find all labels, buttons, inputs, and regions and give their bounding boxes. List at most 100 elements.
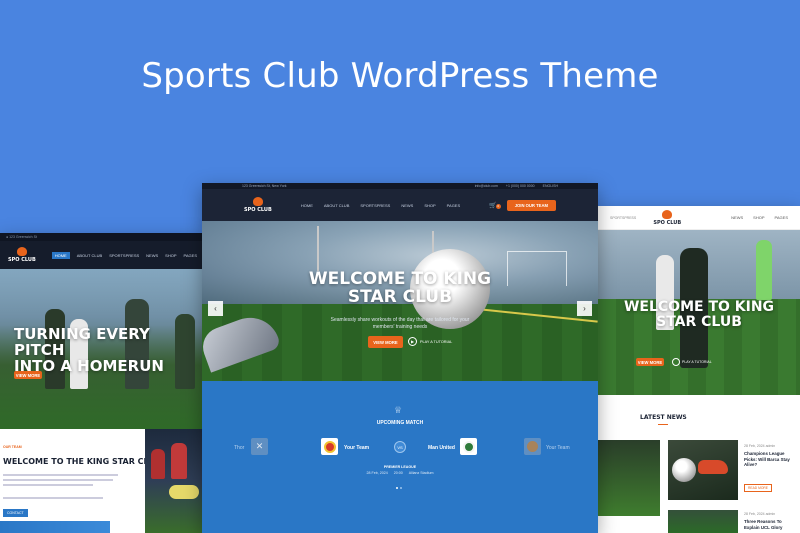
play-tutorial-link[interactable]: ▶ PLAY A TUTORIAL bbox=[408, 337, 452, 346]
news-meta: 28 Feb, 2024 admin bbox=[744, 512, 776, 516]
club-shield-icon bbox=[662, 209, 673, 219]
slider-prev-arrow[interactable]: ‹ bbox=[208, 301, 223, 316]
right-logo[interactable]: SPO CLUB bbox=[653, 209, 681, 226]
right-nav-news[interactable]: NEWS bbox=[731, 215, 743, 220]
left-topbar: ● 123 Greenwich St bbox=[0, 233, 205, 241]
news-title[interactable]: Three Reasons To Explain UCL Glory bbox=[744, 519, 798, 530]
left-text-line bbox=[3, 474, 118, 476]
center-hero-title: WELCOME TO KING STAR CLUB bbox=[308, 269, 492, 307]
right-view-more-button[interactable]: VIEW MORE bbox=[636, 358, 664, 366]
left-nav-home[interactable]: HOME bbox=[51, 251, 70, 259]
left-nav-about[interactable]: ABOUT CLUB bbox=[77, 253, 103, 258]
right-hero-title: WELCOME TO KING STAR CLUB bbox=[623, 299, 775, 330]
view-more-button[interactable]: VIEW MORE bbox=[368, 336, 403, 348]
nav-news[interactable]: NEWS bbox=[401, 203, 413, 208]
nav-about-club[interactable]: ABOUT CLUB bbox=[324, 203, 350, 208]
player-figure bbox=[756, 240, 772, 300]
right-nav-pages[interactable]: PAGES bbox=[775, 215, 789, 220]
left-text-line bbox=[3, 484, 93, 486]
match-venue: Allianz Stadium bbox=[408, 471, 434, 475]
cart-count-badge: 0 bbox=[495, 203, 501, 209]
right-nav-cut-text: SPORTSPRESS bbox=[610, 215, 637, 220]
news-image-1 bbox=[598, 440, 660, 516]
nav-pages[interactable]: PAGES bbox=[447, 203, 461, 208]
left-nav-news[interactable]: NEWS bbox=[146, 253, 158, 258]
team-badge-right bbox=[524, 438, 541, 455]
center-hero: WELCOME TO KING STAR CLUB Seamlessly shar… bbox=[202, 221, 598, 381]
team-crest-icon bbox=[527, 441, 538, 452]
center-navbar: SPO CLUB HOME ABOUT CLUB SPORTSPRESS NEW… bbox=[202, 189, 598, 221]
club-shield-icon bbox=[252, 197, 263, 206]
team-crest-icon bbox=[462, 440, 475, 453]
center-theme-preview: 123 Greenwich St, New York info@club.com… bbox=[202, 183, 598, 533]
match-details: 28 Feb, 2024 20:00 Allianz Stadium bbox=[202, 471, 598, 475]
left-nav-shop[interactable]: SHOP bbox=[165, 253, 176, 258]
news-heading-underline bbox=[658, 424, 668, 425]
upcoming-match-heading: UPCOMING MATCH bbox=[376, 420, 424, 426]
left-logo[interactable]: SPO CLUB bbox=[8, 247, 36, 263]
left-text-line bbox=[3, 497, 103, 499]
club-shield-icon bbox=[16, 247, 27, 256]
center-logo[interactable]: SPO CLUB bbox=[244, 197, 272, 213]
play-circle-icon: ▶ bbox=[408, 337, 417, 346]
left-hero-title: TURNING EVERY PITCH INTO A HOMERUN bbox=[14, 325, 164, 375]
home-team-badge bbox=[321, 438, 338, 455]
floodlight bbox=[317, 226, 319, 271]
address-text: 123 Greenwich St, New York bbox=[242, 184, 287, 188]
left-section-tag: OUR TEAM bbox=[3, 445, 22, 449]
crossed-sticks-icon: ✕ bbox=[255, 441, 264, 451]
team-crest-icon bbox=[323, 440, 336, 453]
slider-dots bbox=[396, 487, 402, 489]
nav-sportspress[interactable]: SPORTSPRESS bbox=[360, 203, 390, 208]
partial-team-left: Thor bbox=[234, 445, 245, 451]
nav-home[interactable]: HOME bbox=[301, 203, 313, 208]
away-team-badge bbox=[460, 438, 477, 455]
latest-news-heading: LATEST NEWS bbox=[640, 414, 687, 421]
news-image-3 bbox=[668, 510, 738, 533]
home-team-name: Your Team bbox=[344, 445, 370, 451]
goalkeeper-figure bbox=[169, 485, 199, 499]
slider-next-arrow[interactable]: › bbox=[577, 301, 592, 316]
news-meta: 28 Feb, 2024 admin bbox=[744, 444, 776, 448]
left-navbar: SPO CLUB HOME ABOUT CLUB SPORTSPRESS NEW… bbox=[0, 241, 205, 269]
match-date: 28 Feb, 2024 bbox=[366, 471, 388, 475]
news-title[interactable]: Champions League Picks: Will Barca Stay … bbox=[744, 451, 798, 468]
cart-icon[interactable]: 🛒0 bbox=[489, 202, 501, 209]
left-theme-preview: ● 123 Greenwich St SPO CLUB HOME ABOUT C… bbox=[0, 233, 205, 533]
right-navbar: SPORTSPRESS SPO CLUB NEWS SHOP PAGES bbox=[598, 206, 800, 230]
football-icon bbox=[672, 458, 696, 482]
left-contact-button[interactable]: CONTACT bbox=[3, 509, 28, 517]
away-team-name: Man United bbox=[428, 445, 455, 451]
slider-dot[interactable] bbox=[396, 487, 398, 489]
news-image-2 bbox=[668, 440, 738, 500]
match-league: PREMIER LEAGUE bbox=[383, 465, 417, 469]
left-side-photo bbox=[145, 429, 205, 533]
left-hero: TURNING EVERY PITCH INTO A HOMERUN VIEW M… bbox=[0, 269, 205, 429]
page-headline: Sports Club WordPress Theme bbox=[141, 56, 659, 96]
player-figure bbox=[171, 443, 187, 479]
join-team-button[interactable]: JOIN OUR TEAM bbox=[506, 199, 556, 211]
match-time: 20:00 bbox=[393, 471, 403, 475]
play-circle-icon bbox=[672, 358, 680, 366]
center-hero-subtitle: Seamlessly share workouts of the day tha… bbox=[330, 317, 470, 330]
player-figure bbox=[151, 449, 165, 479]
nav-shop[interactable]: SHOP bbox=[424, 203, 435, 208]
right-theme-preview: SPORTSPRESS SPO CLUB NEWS SHOP PAGES WEL… bbox=[598, 206, 800, 533]
left-view-more-button[interactable]: VIEW MORE bbox=[14, 371, 42, 379]
right-play-tutorial[interactable]: PLAY A TUTORIAL bbox=[672, 358, 712, 366]
crown-icon: ♕ bbox=[394, 405, 403, 415]
partial-team-right: Your Team bbox=[546, 445, 570, 451]
phone-text: +1 (000) 000 0000 bbox=[505, 184, 535, 188]
boot-icon bbox=[698, 460, 728, 474]
center-nav-links: HOME ABOUT CLUB SPORTSPRESS NEWS SHOP PA… bbox=[301, 203, 460, 208]
slider-dot[interactable] bbox=[400, 487, 402, 489]
upcoming-match-section: ♕ UPCOMING MATCH Thor ✕ Your Team VS Man… bbox=[202, 381, 598, 533]
language-selector[interactable]: ENGLISH bbox=[543, 184, 558, 188]
left-nav-sportspress[interactable]: SPORTSPRESS bbox=[109, 253, 139, 258]
left-text-line bbox=[3, 479, 113, 481]
news-read-more-button[interactable]: READ MORE bbox=[744, 484, 772, 492]
left-nav-pages[interactable]: PAGES bbox=[184, 253, 198, 258]
team-badge-left: ✕ bbox=[251, 438, 268, 455]
right-hero: WELCOME TO KING STAR CLUB VIEW MORE PLAY … bbox=[598, 230, 800, 395]
right-nav-shop[interactable]: SHOP bbox=[753, 215, 764, 220]
